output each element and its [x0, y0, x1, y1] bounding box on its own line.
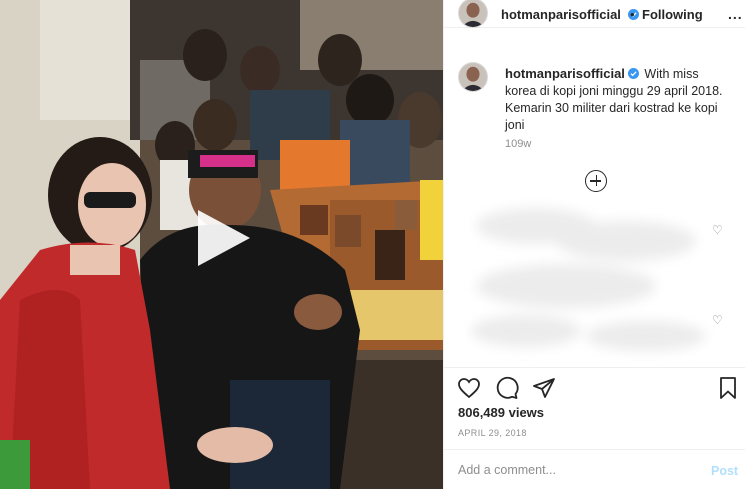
post-media-video[interactable]: [0, 0, 443, 489]
share-button[interactable]: [532, 376, 556, 400]
more-options-button[interactable]: ...: [728, 6, 743, 22]
caption-author-avatar[interactable]: [458, 62, 488, 92]
post-header: hotmanparisofficial • Following ...: [444, 0, 745, 28]
header-separator: •: [630, 7, 635, 22]
views-count[interactable]: 806,489 views: [458, 405, 544, 420]
comment-like-heart-icon[interactable]: ♡: [712, 313, 723, 327]
video-play-button[interactable]: [192, 208, 252, 268]
add-comment-bar: Post: [444, 449, 745, 489]
paper-plane-icon: [533, 378, 555, 398]
caption-timestamp[interactable]: 109w: [505, 138, 531, 150]
bookmark-icon: [720, 377, 736, 399]
comment-like-heart-icon[interactable]: ♡: [712, 223, 723, 237]
comment-bubble-icon: [496, 376, 519, 399]
post-date[interactable]: APRIL 29, 2018: [458, 428, 527, 438]
comment-input[interactable]: [458, 459, 698, 481]
profile-photo-icon: [459, 63, 487, 91]
following-button[interactable]: Following: [642, 7, 703, 22]
caption-text: hotmanparisofficial With miss korea di k…: [505, 65, 727, 134]
post-details-panel: hotmanparisofficial • Following ... hotm…: [443, 0, 745, 489]
profile-photo-icon: [459, 0, 487, 27]
comment-button[interactable]: [495, 376, 519, 400]
caption-username-text[interactable]: hotmanparisofficial: [505, 66, 625, 81]
blurred-comments-area: [471, 208, 706, 351]
heart-icon: [458, 378, 480, 399]
post-comment-button[interactable]: Post: [711, 464, 738, 478]
post-actions-bar: [444, 367, 745, 403]
save-button[interactable]: [716, 376, 740, 400]
play-icon: [198, 210, 250, 266]
author-username[interactable]: hotmanparisofficial: [501, 7, 639, 22]
author-username-text[interactable]: hotmanparisofficial: [501, 7, 621, 22]
load-more-comments-icon[interactable]: [585, 170, 607, 192]
verified-badge-icon: [627, 68, 639, 79]
caption-username[interactable]: hotmanparisofficial: [505, 66, 639, 81]
like-button[interactable]: [457, 376, 481, 400]
author-avatar[interactable]: [458, 0, 488, 28]
